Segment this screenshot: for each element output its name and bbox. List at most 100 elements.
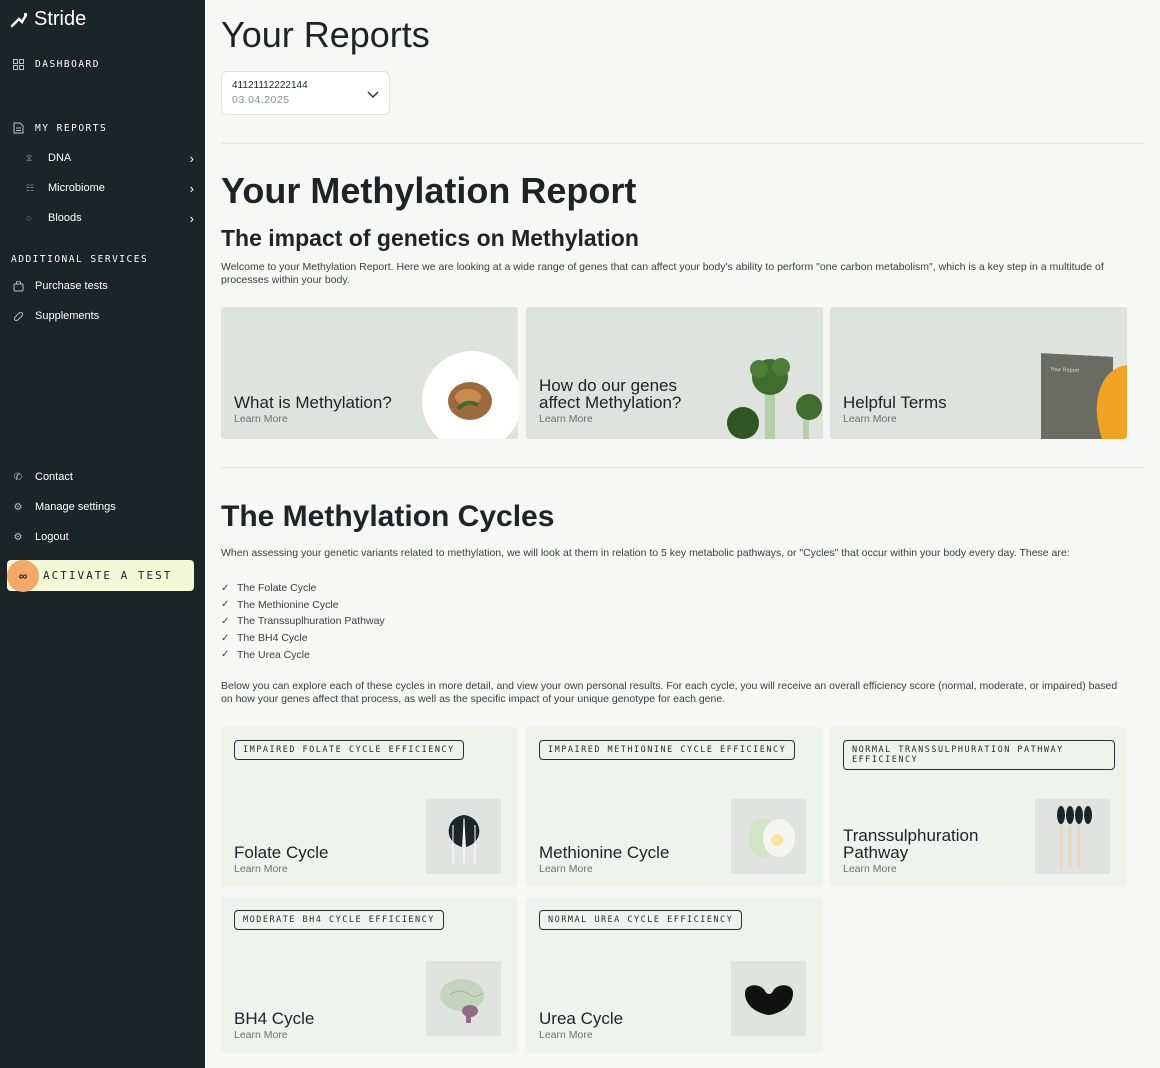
bag-icon xyxy=(11,279,25,293)
sidebar: Stride DASHBOARD MY REPORTS ⧖ DNA › ☷ Mi… xyxy=(0,0,205,1068)
cycles-description: Below you can explore each of these cycl… xyxy=(221,680,1118,705)
methylation-title: Your Methylation Report xyxy=(221,170,637,211)
sidebar-item-label: DASHBOARD xyxy=(35,58,100,70)
sidebar-item-logout[interactable]: ⚙ Logout xyxy=(11,528,69,546)
list-item-label: The BH4 Cycle xyxy=(237,632,308,645)
list-item: ✓ The Folate Cycle xyxy=(221,580,385,597)
cycle-card-title: BH4 Cycle xyxy=(234,1009,315,1028)
status-badge: MODERATE BH4 CYCLE EFFICIENCY xyxy=(234,910,444,930)
food-plate-icon xyxy=(422,351,518,439)
matches-icon xyxy=(1035,799,1110,874)
info-card-helpful-terms[interactable]: Your Report Helpful Terms Learn More xyxy=(830,307,1127,439)
chevron-down-icon xyxy=(367,86,379,102)
list-item: ✓ The Transsuplhuration Pathway xyxy=(221,613,385,630)
info-card-title: Helpful Terms xyxy=(843,393,947,412)
sidebar-item-my-reports[interactable]: MY REPORTS xyxy=(11,119,107,137)
learn-more-link[interactable]: Learn More xyxy=(234,413,288,425)
status-badge: NORMAL TRANSSULPHURATION PATHWAY EFFICIE… xyxy=(843,740,1115,770)
activate-test-label: ACTIVATE A TEST xyxy=(43,569,173,582)
main-content: Your Reports 41121112222144 03.04.2025 Y… xyxy=(205,0,1160,1068)
cycle-card-bh4[interactable]: MODERATE BH4 CYCLE EFFICIENCY BH4 Cycle … xyxy=(221,897,518,1053)
divider xyxy=(221,143,1143,144)
list-item-label: The Folate Cycle xyxy=(237,582,317,595)
learn-more-link[interactable]: Learn More xyxy=(234,863,288,875)
report-date: 03.04.2025 xyxy=(232,94,290,106)
status-badge: IMPAIRED METHIONINE CYCLE EFFICIENCY xyxy=(539,740,796,760)
status-badge: IMPAIRED FOLATE CYCLE EFFICIENCY xyxy=(234,740,464,760)
learn-more-link[interactable]: Learn More xyxy=(539,863,593,875)
report-id: 41121112222144 xyxy=(232,80,308,91)
list-item: ✓ The Urea Cycle xyxy=(221,646,385,663)
activate-test-button[interactable]: ∞ ACTIVATE A TEST xyxy=(7,559,194,592)
sidebar-item-dna[interactable]: ⧖ DNA › xyxy=(26,149,194,167)
learn-more-link[interactable]: Learn More xyxy=(539,1029,593,1041)
status-badge: NORMAL UREA CYCLE EFFICIENCY xyxy=(539,910,743,930)
broccoli-icon xyxy=(727,358,822,439)
section-label-additional-services: ADDITIONAL SERVICES xyxy=(11,254,149,265)
sidebar-item-label: Bloods xyxy=(48,212,82,224)
check-icon: ✓ xyxy=(221,615,230,627)
sidebar-item-bloods[interactable]: ○ Bloods › xyxy=(26,209,194,227)
check-icon: ✓ xyxy=(221,632,230,644)
sidebar-item-label: DNA xyxy=(48,152,72,164)
logo[interactable]: Stride xyxy=(10,8,86,31)
chevron-right-icon: › xyxy=(189,150,194,166)
report-book-label: Your Report xyxy=(1050,366,1080,375)
microbiome-icon: ☷ xyxy=(26,182,35,193)
sidebar-item-contact[interactable]: ✆ Contact xyxy=(11,468,73,486)
cycle-card-title: Folate Cycle xyxy=(234,843,329,862)
phone-icon: ✆ xyxy=(13,471,23,483)
check-icon: ✓ xyxy=(221,599,230,611)
page-title: Your Reports xyxy=(221,14,430,55)
sidebar-item-label: MY REPORTS xyxy=(35,122,108,134)
report-selector[interactable]: 41121112222144 03.04.2025 xyxy=(221,71,390,115)
methylation-subtitle: The impact of genetics on Methylation xyxy=(221,225,639,251)
learn-more-link[interactable]: Learn More xyxy=(234,1029,288,1041)
learn-more-link[interactable]: Learn More xyxy=(539,413,593,425)
dna-icon: ⧖ xyxy=(26,152,33,163)
sidebar-item-dashboard[interactable]: DASHBOARD xyxy=(11,55,100,73)
sidebar-item-label: Supplements xyxy=(35,310,100,322)
info-card-what-is-methylation[interactable]: What is Methylation? Learn More xyxy=(221,307,518,439)
divider xyxy=(221,467,1143,468)
sidebar-item-supplements[interactable]: Supplements xyxy=(11,307,99,325)
brain-icon xyxy=(426,961,501,1036)
learn-more-link[interactable]: Learn More xyxy=(843,413,897,425)
cycle-card-folate[interactable]: IMPAIRED FOLATE CYCLE EFFICIENCY Folate … xyxy=(221,727,518,887)
chevron-right-icon: › xyxy=(189,210,194,226)
sidebar-item-manage-settings[interactable]: ⚙ Manage settings xyxy=(11,498,116,516)
gear-icon: ⚙ xyxy=(13,501,23,513)
orange-slice-icon xyxy=(1096,365,1127,439)
learn-more-link[interactable]: Learn More xyxy=(843,863,897,875)
methylation-welcome: Welcome to your Methylation Report. Here… xyxy=(221,261,1104,286)
sidebar-item-purchase-tests[interactable]: Purchase tests xyxy=(11,277,108,295)
list-item: ✓ The Methionine Cycle xyxy=(221,597,385,614)
sidebar-item-label: Contact xyxy=(35,471,73,483)
grid-icon xyxy=(11,57,25,71)
list-item-label: The Urea Cycle xyxy=(237,648,310,661)
cycles-list: ✓ The Folate Cycle ✓ The Methionine Cycle … xyxy=(221,580,385,663)
blood-drop-icon: ○ xyxy=(26,213,32,223)
info-card-title: What is Methylation? xyxy=(234,393,392,412)
cycle-card-methionine[interactable]: IMPAIRED METHIONINE CYCLE EFFICIENCY Met… xyxy=(526,727,823,887)
sidebar-item-label: Logout xyxy=(35,531,69,543)
list-item: ✓ The BH4 Cycle xyxy=(221,630,385,647)
egg-icon xyxy=(731,799,806,874)
link-icon: ∞ xyxy=(7,559,39,592)
check-icon: ✓ xyxy=(221,649,230,661)
cycles-intro: When assessing your genetic variants rel… xyxy=(221,547,1070,559)
sidebar-item-label: Microbiome xyxy=(48,182,105,194)
app-name: Stride xyxy=(34,8,87,30)
sidebar-item-microbiome[interactable]: ☷ Microbiome › xyxy=(26,179,194,197)
info-card-title: How do our genes affect Methylation? xyxy=(539,376,682,412)
list-item-label: The Transsuplhuration Pathway xyxy=(237,615,385,628)
cycle-card-transsulphuration[interactable]: NORMAL TRANSSULPHURATION PATHWAY EFFICIE… xyxy=(830,727,1127,887)
cycle-card-title: Urea Cycle xyxy=(539,1009,624,1028)
document-icon xyxy=(11,121,25,135)
list-item-label: The Methionine Cycle xyxy=(237,598,339,611)
sidebar-item-label: Purchase tests xyxy=(35,280,108,292)
cycle-card-title: Transsulphuration Pathway xyxy=(843,826,979,862)
pill-icon xyxy=(11,309,25,323)
info-card-genes-methylation[interactable]: How do our genes affect Methylation? Lea… xyxy=(526,307,823,439)
cycle-card-urea[interactable]: NORMAL UREA CYCLE EFFICIENCY Urea Cycle … xyxy=(526,897,823,1053)
